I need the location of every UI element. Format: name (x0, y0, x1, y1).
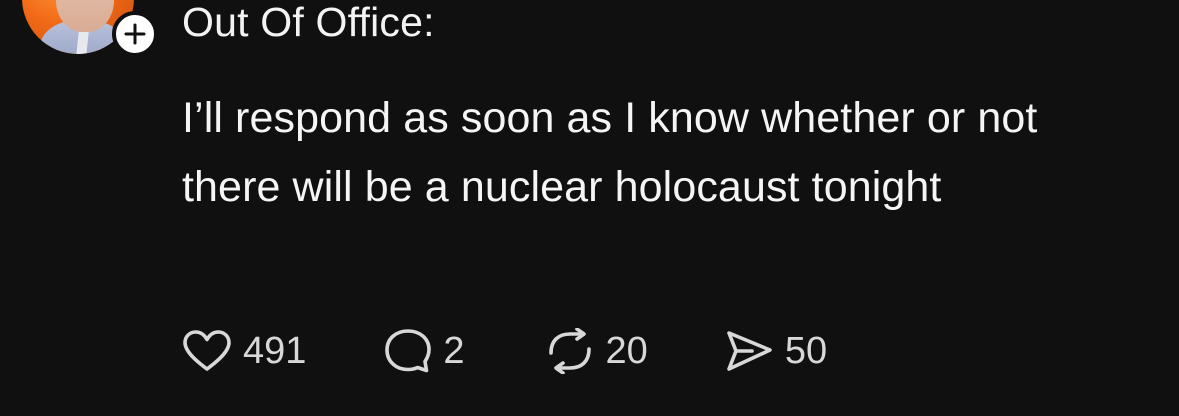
heart-icon (180, 328, 234, 374)
reply-count: 2 (443, 330, 465, 372)
plus-icon (124, 23, 146, 45)
repost-icon (543, 328, 597, 374)
repost-button[interactable]: 20 (543, 328, 648, 374)
send-icon (722, 328, 776, 374)
follow-button[interactable] (112, 11, 158, 57)
post-body-text: I’ll respond as soon as I know whether o… (182, 94, 1038, 211)
speech-bubble-icon (382, 327, 434, 375)
like-count: 491 (243, 330, 307, 372)
share-button[interactable]: 50 (722, 328, 827, 374)
post-actions-bar: 491 2 20 50 (180, 328, 827, 374)
like-button[interactable]: 491 (180, 328, 306, 374)
reply-button[interactable]: 2 (382, 327, 465, 375)
repost-count: 20 (605, 330, 648, 372)
post-title: Out Of Office: (182, 0, 435, 45)
share-count: 50 (784, 330, 828, 372)
